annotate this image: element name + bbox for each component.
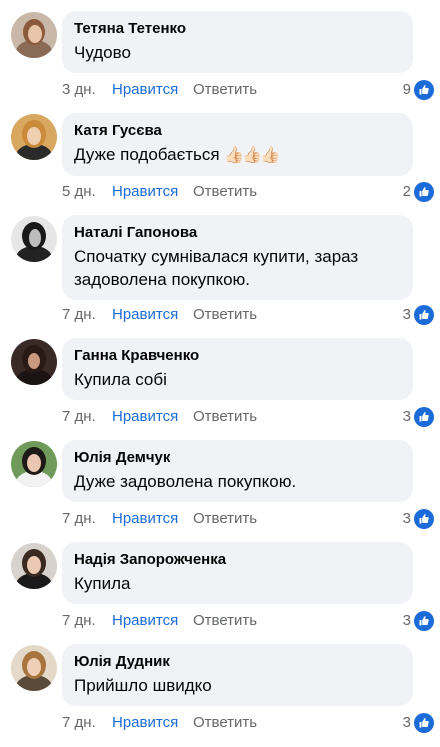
comment-author[interactable]: Юлія Дудник bbox=[74, 652, 401, 672]
comment-bubble: Надія Запорожченка Купила bbox=[62, 542, 413, 604]
like-count: 2 bbox=[402, 183, 411, 200]
reply-button[interactable]: Ответить bbox=[193, 181, 257, 203]
reply-button[interactable]: Ответить bbox=[193, 712, 257, 734]
comment-bubble: Тетяна Тетенко Чудово bbox=[62, 11, 413, 73]
avatar[interactable] bbox=[11, 543, 57, 589]
comment-actions: 5 дн. Нравится Ответить 2 bbox=[62, 181, 434, 203]
avatar[interactable] bbox=[11, 339, 57, 385]
like-button[interactable]: Нравится bbox=[112, 610, 178, 632]
comment-actions: 7 дн. Нравится Ответить 3 bbox=[62, 406, 434, 428]
comment-author[interactable]: Наталі Гапонова bbox=[74, 223, 401, 243]
comment: Ганна Кравченко Купила собі 7 дн. Нравит… bbox=[0, 327, 440, 429]
thumbs-up-icon bbox=[414, 611, 434, 631]
avatar[interactable] bbox=[11, 114, 57, 160]
comment-text: Прийшло швидко bbox=[74, 674, 401, 697]
thumbs-up-emoji: 👍🏻👍🏻👍🏻 bbox=[224, 147, 280, 164]
comment-bubble: Наталі Гапонова Спочатку сумнівалася куп… bbox=[62, 215, 413, 300]
comment-time[interactable]: 5 дн. bbox=[62, 181, 96, 203]
comment-actions: 7 дн. Нравится Ответить 3 bbox=[62, 610, 434, 632]
comment-time[interactable]: 3 дн. bbox=[62, 79, 96, 101]
comment-text-body: Прийшло швидко bbox=[74, 676, 212, 695]
thumbs-up-icon bbox=[414, 509, 434, 529]
comment: Юлія Дудник Прийшло швидко 7 дн. Нравитс… bbox=[0, 633, 440, 735]
comment-text-body: Купила bbox=[74, 574, 131, 593]
comment: Юлія Демчук Дуже задоволена покупкою. 7 … bbox=[0, 429, 440, 531]
comment-author[interactable]: Юлія Демчук bbox=[74, 448, 401, 468]
comments-list: Тетяна Тетенко Чудово 3 дн. Нравится Отв… bbox=[0, 0, 440, 747]
thumbs-up-icon bbox=[414, 182, 434, 202]
comment-time[interactable]: 7 дн. bbox=[62, 712, 96, 734]
reply-button[interactable]: Ответить bbox=[193, 79, 257, 101]
comment-time[interactable]: 7 дн. bbox=[62, 610, 96, 632]
reaction-summary[interactable]: 3 bbox=[403, 610, 434, 632]
reaction-summary[interactable]: 9 bbox=[403, 79, 434, 101]
like-count: 3 bbox=[402, 510, 411, 527]
reply-button[interactable]: Ответить bbox=[193, 508, 257, 530]
thumbs-up-icon bbox=[414, 407, 434, 427]
comment-bubble: Юлія Дудник Прийшло швидко bbox=[62, 644, 413, 706]
like-count: 3 bbox=[402, 408, 411, 425]
comment-time[interactable]: 7 дн. bbox=[62, 406, 96, 428]
reaction-summary[interactable]: 2 bbox=[403, 181, 434, 203]
comment-time[interactable]: 7 дн. bbox=[62, 508, 96, 530]
comment-actions: 7 дн. Нравится Ответить 3 bbox=[62, 712, 434, 734]
comment: Наталі Гапонова Спочатку сумнівалася куп… bbox=[0, 204, 440, 327]
comment-bubble: Катя Гусєва Дуже подобається 👍🏻👍🏻👍🏻 bbox=[62, 113, 413, 176]
like-count: 3 bbox=[402, 306, 411, 323]
comment-text: Дуже задоволена покупкою. bbox=[74, 470, 401, 493]
comment-text: Спочатку сумнівалася купити, зараз задов… bbox=[74, 245, 401, 291]
comment-actions: 3 дн. Нравится Ответить 9 bbox=[62, 79, 434, 101]
comment-time[interactable]: 7 дн. bbox=[62, 304, 96, 326]
reply-button[interactable]: Ответить bbox=[193, 610, 257, 632]
reaction-summary[interactable]: 3 bbox=[403, 508, 434, 530]
like-button[interactable]: Нравится bbox=[112, 79, 178, 101]
thumbs-up-icon bbox=[414, 80, 434, 100]
like-button[interactable]: Нравится bbox=[112, 406, 178, 428]
avatar[interactable] bbox=[11, 12, 57, 58]
like-button[interactable]: Нравится bbox=[112, 712, 178, 734]
comment-text: Купила bbox=[74, 572, 401, 595]
like-count: 9 bbox=[402, 81, 411, 98]
comment-author[interactable]: Катя Гусєва bbox=[74, 121, 401, 141]
comment-bubble: Ганна Кравченко Купила собі bbox=[62, 338, 413, 400]
comment-text: Чудово bbox=[74, 41, 401, 64]
comment-author[interactable]: Ганна Кравченко bbox=[74, 346, 401, 366]
thumbs-up-icon bbox=[414, 713, 434, 733]
comment-actions: 7 дн. Нравится Ответить 3 bbox=[62, 304, 434, 326]
like-count: 3 bbox=[402, 612, 411, 629]
comment-text-body: Спочатку сумнівалася купити, зараз задов… bbox=[74, 247, 359, 289]
like-button[interactable]: Нравится bbox=[112, 181, 178, 203]
comment-text: Дуже подобається 👍🏻👍🏻👍🏻 bbox=[74, 143, 401, 167]
comment-author[interactable]: Тетяна Тетенко bbox=[74, 19, 401, 39]
reaction-summary[interactable]: 3 bbox=[403, 712, 434, 734]
comment: Катя Гусєва Дуже подобається 👍🏻👍🏻👍🏻 5 дн… bbox=[0, 102, 440, 204]
avatar[interactable] bbox=[11, 216, 57, 262]
reaction-summary[interactable]: 3 bbox=[403, 406, 434, 428]
thumbs-up-icon bbox=[414, 305, 434, 325]
comment-actions: 7 дн. Нравится Ответить 3 bbox=[62, 508, 434, 530]
reply-button[interactable]: Ответить bbox=[193, 406, 257, 428]
like-button[interactable]: Нравится bbox=[112, 304, 178, 326]
avatar[interactable] bbox=[11, 645, 57, 691]
comment-text-body: Дуже подобається bbox=[74, 145, 220, 164]
avatar[interactable] bbox=[11, 441, 57, 487]
like-button[interactable]: Нравится bbox=[112, 508, 178, 530]
comment-text: Купила собі bbox=[74, 368, 401, 391]
reaction-summary[interactable]: 3 bbox=[403, 304, 434, 326]
comment-text-body: Чудово bbox=[74, 43, 131, 62]
comment: Надія Запорожченка Купила 7 дн. Нравится… bbox=[0, 531, 440, 633]
like-count: 3 bbox=[402, 714, 411, 731]
comment-bubble: Юлія Демчук Дуже задоволена покупкою. bbox=[62, 440, 413, 502]
comment-author[interactable]: Надія Запорожченка bbox=[74, 550, 401, 570]
reply-button[interactable]: Ответить bbox=[193, 304, 257, 326]
comment-text-body: Купила собі bbox=[74, 370, 167, 389]
comment: Тетяна Тетенко Чудово 3 дн. Нравится Отв… bbox=[0, 0, 440, 102]
comment-text-body: Дуже задоволена покупкою. bbox=[74, 472, 297, 491]
